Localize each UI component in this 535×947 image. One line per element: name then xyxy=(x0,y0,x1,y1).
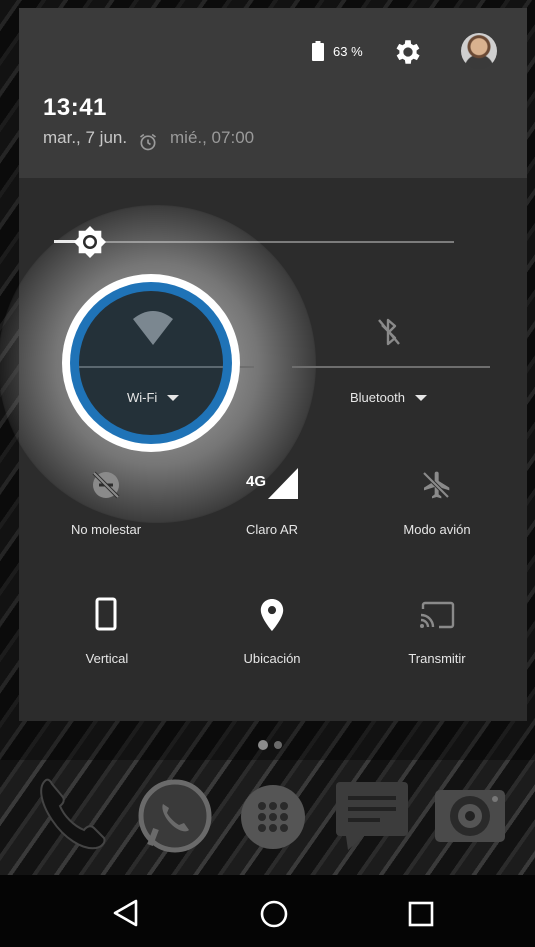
location-icon[interactable] xyxy=(259,599,285,631)
battery-icon xyxy=(312,41,324,61)
bluetooth-divider xyxy=(292,366,490,368)
wifi-label-row[interactable]: Wi-Fi xyxy=(127,390,180,405)
chevron-down-icon xyxy=(414,394,427,401)
network-label[interactable]: Claro AR xyxy=(197,522,347,537)
messages-icon[interactable] xyxy=(334,780,410,852)
camera-icon[interactable] xyxy=(433,786,507,844)
wifi-tile-divider xyxy=(79,366,223,368)
location-label[interactable]: Ubicación xyxy=(197,651,347,666)
user-avatar[interactable] xyxy=(461,33,497,69)
airplane-icon[interactable] xyxy=(420,468,452,502)
back-icon[interactable] xyxy=(112,899,140,927)
bluetooth-label: Bluetooth xyxy=(350,390,405,405)
do-not-disturb-icon[interactable] xyxy=(90,469,122,501)
rotation-icon[interactable] xyxy=(95,597,117,631)
home-icon[interactable] xyxy=(259,899,289,929)
network-type-badge: 4G xyxy=(246,473,266,490)
phone-icon[interactable] xyxy=(36,776,118,854)
recents-icon[interactable] xyxy=(408,901,434,927)
settings-icon[interactable] xyxy=(392,36,424,68)
airplane-label[interactable]: Modo avión xyxy=(362,522,512,537)
next-alarm: mié., 07:00 xyxy=(170,128,255,147)
battery-percentage: 63 % xyxy=(333,44,363,59)
rotation-label[interactable]: Vertical xyxy=(32,651,182,666)
signal-icon[interactable]: 4G xyxy=(246,466,300,500)
page-indicator xyxy=(258,740,282,750)
date-label: mar., 7 jun. xyxy=(43,128,128,147)
shade-header: 63 % 13:41 mar., 7 jun. mié., 07:00 xyxy=(19,8,527,178)
bluetooth-label-row[interactable]: Bluetooth xyxy=(350,390,427,405)
apps-icon[interactable] xyxy=(240,784,306,850)
wifi-label: Wi-Fi xyxy=(127,390,158,405)
page-dot xyxy=(274,741,282,749)
chevron-down-icon xyxy=(167,394,180,401)
page-dot-active xyxy=(258,740,268,750)
wifi-icon xyxy=(133,311,173,345)
bluetooth-icon[interactable] xyxy=(376,316,402,348)
whatsapp-icon[interactable] xyxy=(134,775,216,857)
cast-label[interactable]: Transmitir xyxy=(362,651,512,666)
clock-time: 13:41 xyxy=(43,94,107,121)
cast-icon[interactable] xyxy=(419,601,455,629)
alarm-icon xyxy=(140,133,156,151)
dnd-label[interactable]: No molestar xyxy=(31,522,181,537)
brightness-icon[interactable] xyxy=(72,224,108,260)
